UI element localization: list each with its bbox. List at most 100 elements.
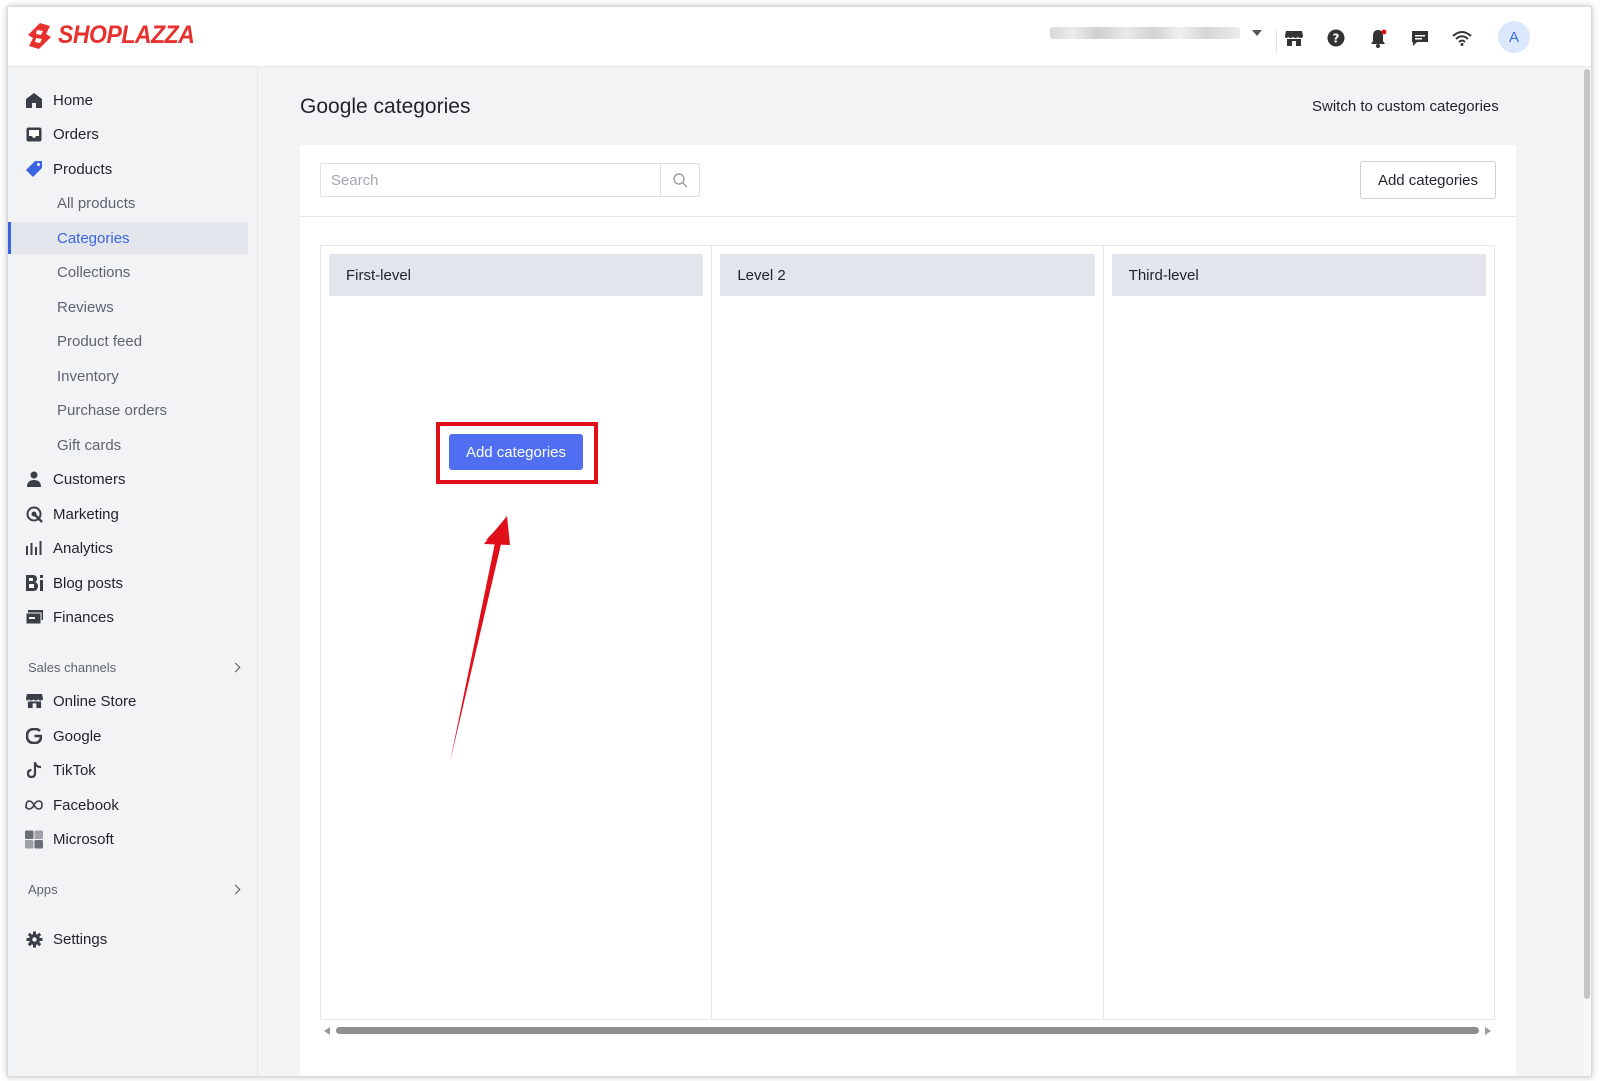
sidebar-item-customers[interactable]: Customers — [8, 463, 248, 495]
sidebar-item-label: Blog posts — [53, 574, 124, 592]
column-third-level: Third-level — [1104, 246, 1494, 1019]
finances-icon — [25, 608, 43, 626]
svg-text:?: ? — [1333, 32, 1340, 46]
help-icon[interactable]: ? — [1325, 27, 1347, 49]
sidebar-item-label: Google — [53, 727, 102, 745]
sidebar: Home Orders Products All products Catego… — [8, 67, 258, 1076]
categories-panel: Add categories First-level Add categorie… — [300, 145, 1516, 1076]
bell-icon[interactable] — [1367, 27, 1389, 49]
marketing-icon — [25, 505, 43, 523]
sidebar-item-label: Facebook — [53, 796, 119, 814]
sidebar-sub-label: Gift cards — [57, 436, 122, 454]
search-input[interactable] — [321, 164, 661, 196]
sidebar-item-online-store[interactable]: Online Store — [8, 685, 248, 717]
category-columns: First-level Add categories Level 2 Third… — [320, 245, 1495, 1020]
sidebar-sub-product-feed[interactable]: Product feed — [8, 325, 248, 357]
sidebar-item-label: Finances — [53, 608, 114, 626]
vertical-scrollbar[interactable] — [1583, 67, 1591, 1076]
chevron-right-icon — [230, 884, 241, 895]
search-icon — [672, 172, 687, 187]
sidebar-item-label: Analytics — [53, 539, 114, 557]
store-switcher[interactable] — [1050, 27, 1262, 39]
column-level-2: Level 2 — [712, 246, 1104, 1019]
caret-down-icon — [1252, 30, 1262, 36]
sidebar-sub-collections[interactable]: Collections — [8, 256, 248, 288]
sidebar-item-label: Orders — [53, 125, 99, 143]
sidebar-item-label: Marketing — [53, 505, 119, 523]
sidebar-sub-all-products[interactable]: All products — [8, 187, 248, 219]
page-title: Google categories — [300, 95, 471, 118]
google-icon — [25, 727, 43, 745]
sidebar-sub-inventory[interactable]: Inventory — [8, 360, 248, 392]
column-header: First-level — [329, 254, 704, 296]
column-first-level: First-level Add categories — [321, 246, 713, 1019]
logo-mark-icon — [28, 22, 51, 49]
scrollbar-thumb[interactable] — [336, 1027, 1479, 1034]
vertical-scrollbar-thumb[interactable] — [1584, 69, 1590, 999]
sidebar-item-label: Products — [53, 160, 113, 178]
sidebar-sub-label: Categories — [57, 229, 130, 247]
home-icon — [25, 91, 43, 109]
column-header: Third-level — [1111, 254, 1486, 296]
sidebar-sub-categories[interactable]: Categories — [8, 222, 248, 254]
sidebar-sub-label: Reviews — [57, 298, 114, 316]
sidebar-item-label: Settings — [53, 930, 108, 948]
sidebar-item-facebook[interactable]: Facebook — [8, 789, 248, 821]
panel-toolbar: Add categories — [300, 145, 1516, 217]
sidebar-item-home[interactable]: Home — [8, 84, 248, 116]
sidebar-item-google[interactable]: Google — [8, 720, 248, 752]
gear-icon — [25, 930, 43, 948]
sidebar-sub-label: Collections — [57, 263, 131, 281]
search-box — [320, 163, 700, 197]
scroll-left-arrow-icon[interactable] — [324, 1027, 330, 1035]
column-header: Level 2 — [720, 254, 1095, 296]
sidebar-item-settings[interactable]: Settings — [8, 923, 248, 955]
sidebar-item-analytics[interactable]: Analytics — [8, 532, 248, 564]
sidebar-item-label: Customers — [53, 470, 126, 488]
tiktok-icon — [25, 761, 43, 779]
sidebar-item-label: Online Store — [53, 692, 137, 710]
meta-icon — [25, 796, 43, 814]
sidebar-item-tiktok[interactable]: TikTok — [8, 754, 248, 786]
sales-channels-header[interactable]: Sales channels — [28, 660, 243, 675]
store-icon[interactable] — [1283, 27, 1305, 49]
sidebar-sub-label: Inventory — [57, 367, 119, 385]
sidebar-sub-reviews[interactable]: Reviews — [8, 291, 248, 323]
sidebar-item-products[interactable]: Products — [8, 153, 248, 185]
sidebar-item-orders[interactable]: Orders — [8, 118, 248, 150]
sidebar-item-marketing[interactable]: Marketing — [8, 498, 248, 530]
search-button[interactable] — [660, 164, 699, 196]
chat-icon[interactable] — [1409, 27, 1431, 49]
apps-label: Apps — [28, 882, 58, 897]
blog-icon — [25, 574, 43, 592]
person-icon — [25, 470, 43, 488]
sidebar-item-label: TikTok — [53, 761, 96, 779]
header-divider — [1276, 29, 1277, 53]
horizontal-scrollbar[interactable] — [320, 1023, 1495, 1037]
sidebar-sub-purchase-orders[interactable]: Purchase orders — [8, 394, 248, 426]
wifi-icon[interactable] — [1451, 27, 1473, 49]
store-name-blurred — [1050, 27, 1240, 39]
add-categories-primary-button[interactable]: Add categories — [449, 434, 583, 470]
top-bar: SHOPLAZZA ? A — [8, 7, 1591, 67]
sidebar-item-microsoft[interactable]: Microsoft — [8, 823, 248, 855]
chevron-right-icon — [230, 662, 241, 673]
sidebar-item-label: Microsoft — [53, 830, 114, 848]
sidebar-sub-gift-cards[interactable]: Gift cards — [8, 429, 248, 461]
sidebar-item-finances[interactable]: Finances — [8, 601, 248, 633]
tag-icon — [25, 160, 43, 178]
inbox-icon — [25, 125, 43, 143]
analytics-icon — [25, 539, 43, 557]
apps-header[interactable]: Apps — [28, 882, 243, 897]
sales-channels-label: Sales channels — [28, 660, 117, 675]
app-window: SHOPLAZZA ? A Home Orders Products All p… — [7, 6, 1592, 1077]
scroll-right-arrow-icon[interactable] — [1485, 1027, 1491, 1035]
sidebar-item-blog-posts[interactable]: Blog posts — [8, 567, 248, 599]
store-icon — [25, 692, 43, 710]
logo-text: SHOPLAZZA — [58, 21, 195, 49]
shoplazza-logo[interactable]: SHOPLAZZA — [26, 21, 206, 50]
add-categories-button[interactable]: Add categories — [1360, 161, 1496, 199]
avatar[interactable]: A — [1498, 21, 1530, 53]
switch-to-custom-link[interactable]: Switch to custom categories — [1312, 98, 1499, 115]
sidebar-sub-label: Product feed — [57, 332, 143, 350]
